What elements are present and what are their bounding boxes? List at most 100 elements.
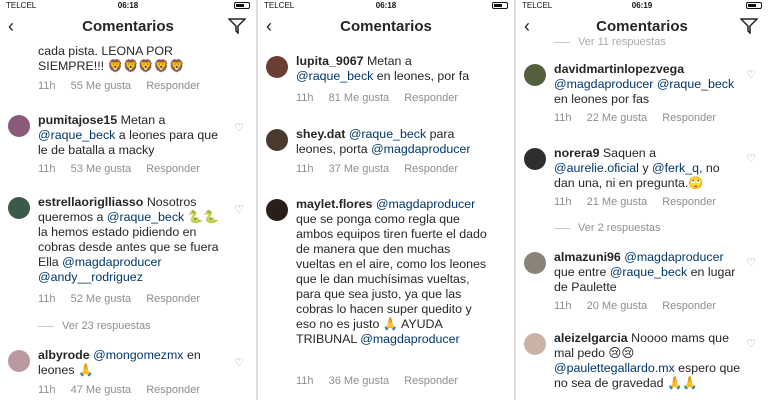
reply-button[interactable]: Responder (146, 384, 200, 396)
status-time: 06:18 (375, 1, 397, 10)
status-bar: TELCEL 06:18 (0, 0, 256, 12)
reply-button[interactable]: Responder (662, 300, 716, 312)
avatar[interactable] (8, 350, 30, 372)
header: ‹ Comentarios (0, 12, 256, 42)
avatar[interactable] (524, 64, 546, 86)
comment-text: cada pista. LEONA POR SIEMPRE!!! 🦁🦁🦁🦁🦁 (38, 44, 185, 73)
comment-username[interactable]: davidmartinlopezvega (554, 62, 684, 76)
comment-username[interactable]: pumitajose15 (38, 113, 117, 127)
reply-button[interactable]: Responder (404, 375, 458, 387)
comment-time: 11h (554, 196, 572, 208)
comment-body: @magdaproducer que se ponga como regla q… (296, 197, 487, 346)
comment-username[interactable]: almazuni96 (554, 250, 621, 264)
comment-body: @magdaproducer @raque_beck en leones por… (554, 77, 735, 106)
comment-text: norera9 Saquen a @aurelie.oficial y @fer… (554, 146, 742, 191)
view-replies[interactable]: Ver 2 respuestas (554, 222, 661, 234)
heart-icon[interactable]: ♡ (746, 68, 756, 81)
comment-username[interactable]: lupita_9067 (296, 54, 364, 68)
view-replies[interactable]: Ver 23 respuestas (38, 320, 151, 332)
comment-meta: 11h 52 Me gusta Responder (38, 293, 212, 305)
avatar[interactable] (524, 252, 546, 274)
comment-username[interactable]: estrellaoriglliasso (38, 195, 143, 209)
comment-meta: 11h 47 Me gusta Responder (38, 384, 212, 396)
avatar[interactable] (266, 199, 288, 221)
comment-text: pumitajose15 Metan a @raque_beck a leone… (38, 113, 230, 158)
comment-text: shey.dat @raque_beck para leones, porta … (296, 127, 488, 157)
status-bar: TELCEL 06:19 (516, 0, 768, 12)
comment-text: lupita_9067 Metan a @raque_beck en leone… (296, 54, 488, 84)
reply-button[interactable]: Responder (404, 92, 458, 104)
heart-icon[interactable]: ♡ (746, 256, 756, 269)
page-title: Comentarios (596, 18, 688, 35)
header: ‹ Comentarios (258, 12, 514, 42)
comment-username[interactable]: albyrode (38, 348, 90, 362)
like-count[interactable]: 55 Me gusta (71, 80, 132, 92)
like-count[interactable]: 21 Me gusta (587, 196, 648, 208)
avatar[interactable] (266, 56, 288, 78)
page-title: Comentarios (82, 18, 174, 35)
comment-text: maylet.flores @magdaproducer que se pong… (296, 197, 488, 347)
comment-time: 11h (296, 163, 314, 175)
status-time: 06:19 (631, 1, 653, 10)
reply-button[interactable]: Responder (146, 163, 200, 175)
comment-time: 11h (38, 293, 56, 305)
reply-button[interactable]: Responder (662, 112, 716, 124)
comment-meta: 11h 37 Me gusta Responder (296, 163, 470, 175)
panel-2: TELCEL 06:18 ‹ Comentarios lupita_9067 M… (258, 0, 514, 400)
heart-icon[interactable]: ♡ (234, 121, 244, 134)
filter-icon[interactable] (739, 18, 759, 39)
like-count[interactable]: 52 Me gusta (71, 293, 132, 305)
avatar[interactable] (8, 115, 30, 137)
heart-icon[interactable]: ♡ (234, 203, 244, 216)
like-count[interactable]: 36 Me gusta (329, 375, 390, 387)
comment-meta: 11h 21 Me gusta Responder (554, 196, 728, 208)
like-count[interactable]: 20 Me gusta (587, 300, 648, 312)
comment-username[interactable]: norera9 (554, 146, 599, 160)
comment-time: 11h (296, 92, 314, 104)
comment-text: estrellaoriglliasso Nosotros queremos a … (38, 195, 230, 285)
battery-icon (234, 2, 250, 9)
comment-time: 11h (38, 163, 56, 175)
like-count[interactable]: 81 Me gusta (329, 92, 390, 104)
reply-button[interactable]: Responder (146, 293, 200, 305)
page-title: Comentarios (340, 18, 432, 35)
comment-meta: 11h 81 Me gusta Responder (296, 92, 470, 104)
status-time: 06:18 (117, 1, 139, 10)
panel-3: TELCEL 06:19 ‹ Comentarios Ver 11 respue… (516, 0, 768, 400)
comment-time: 11h (38, 384, 56, 396)
heart-icon[interactable]: ♡ (746, 152, 756, 165)
comment-time: 11h (554, 112, 572, 124)
view-replies[interactable]: Ver 11 respuestas (554, 36, 666, 48)
comment-meta: 11h 53 Me gusta Responder (38, 163, 212, 175)
comment-time: 11h (554, 300, 572, 312)
like-count[interactable]: 37 Me gusta (329, 163, 390, 175)
battery-icon (746, 2, 762, 9)
battery-icon (492, 2, 508, 9)
heart-icon[interactable]: ♡ (234, 356, 244, 369)
comment-meta: 11h 36 Me gusta Responder (296, 375, 470, 387)
like-count[interactable]: 22 Me gusta (587, 112, 648, 124)
comment-text: davidmartinlopezvega @magdaproducer @raq… (554, 62, 742, 107)
avatar[interactable] (8, 197, 30, 219)
reply-button[interactable]: Responder (404, 163, 458, 175)
comment-username[interactable]: shey.dat (296, 127, 345, 141)
comment-time: 11h (296, 375, 314, 387)
reply-button[interactable]: Responder (662, 196, 716, 208)
reply-button[interactable]: Responder (146, 80, 200, 92)
comment-username[interactable]: maylet.flores (296, 197, 372, 211)
heart-icon[interactable]: ♡ (746, 337, 756, 350)
comment-meta: 11h 55 Me gusta Responder (38, 80, 212, 92)
comment-text: aleizelgarcia Noooo mams que mal pedo 😢😢… (554, 331, 742, 391)
comment-meta: 11h 22 Me gusta Responder (554, 112, 728, 124)
status-bar: TELCEL 06:18 (258, 0, 514, 12)
comment-time: 11h (38, 80, 56, 92)
filter-icon[interactable] (227, 18, 247, 39)
like-count[interactable]: 53 Me gusta (71, 163, 132, 175)
avatar[interactable] (524, 148, 546, 170)
comment-text: almazuni96 @magdaproducer que entre @raq… (554, 250, 742, 295)
comment-username[interactable]: aleizelgarcia (554, 331, 628, 345)
avatar[interactable] (266, 129, 288, 151)
like-count[interactable]: 47 Me gusta (71, 384, 132, 396)
comment-meta: 11h 20 Me gusta Responder (554, 300, 728, 312)
avatar[interactable] (524, 333, 546, 355)
